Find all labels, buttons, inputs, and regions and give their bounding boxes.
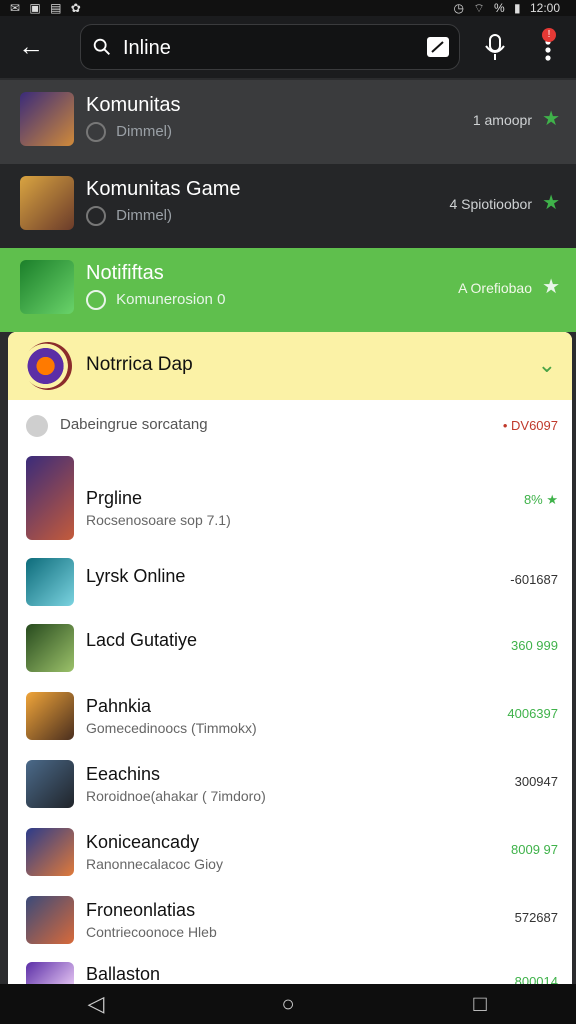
list-item-title: Komunitas <box>86 94 181 116</box>
nav-home-icon[interactable]: ○ <box>268 984 308 1024</box>
card-icon <box>24 342 72 390</box>
avatar <box>20 176 74 230</box>
avatar <box>20 260 74 314</box>
list-item-title: Pahnkia <box>86 696 152 716</box>
list-item-meta: 1 amoopr <box>472 112 532 128</box>
avatar <box>26 624 74 672</box>
status-icon <box>86 206 106 226</box>
subheader-text: Dabeingrue sorcatang <box>60 416 208 433</box>
top-list-item[interactable]: Komunitas Dimmel) 1 amoopr ★ <box>0 80 576 164</box>
notification-badge: ! <box>542 28 556 42</box>
list-item-meta: 4 Spiotioobor <box>449 196 532 212</box>
list-item-value: 4006397 <box>507 706 558 721</box>
list-item-title: Ballaston <box>86 964 161 984</box>
alarm-icon: ◷ <box>453 0 465 15</box>
star-icon[interactable]: ★ <box>542 274 560 299</box>
avatar <box>26 692 74 740</box>
mic-icon[interactable] <box>482 32 508 62</box>
erase-icon <box>431 41 444 53</box>
image-icon: ▣ <box>29 1 41 15</box>
subheader-badge: • DV6097 <box>502 418 558 433</box>
avatar <box>26 962 74 984</box>
list-item[interactable]: Koniceancady Ranonnecalacoc Gioy 8009 97 <box>8 818 572 887</box>
card-subheader: Dabeingrue sorcatang • DV6097 <box>8 400 572 453</box>
list-item-title: Lacd Gutatiye <box>86 630 198 650</box>
list-item[interactable]: Lacd Gutatiye 360 999 <box>8 614 572 683</box>
list-item-title: Prgline <box>86 488 143 508</box>
list-item-value: 8009 97 <box>511 842 558 857</box>
info-icon <box>26 415 48 437</box>
list-item-value: 360 999 <box>511 638 558 653</box>
list-item[interactable]: Prgline Rocsenosoare sop 7.1) 8% ★ <box>8 452 572 549</box>
list-item[interactable]: Eeachins Roroidnoe(ahakar ( 7imdoro) 300… <box>8 750 572 819</box>
nav-recent-apps-icon[interactable]: □ <box>460 984 500 1024</box>
list-item-title: Notififtas <box>86 262 164 284</box>
clock-time: 12:00 <box>529 0 560 15</box>
search-icon <box>93 38 110 55</box>
star-icon[interactable]: ★ <box>542 106 560 131</box>
list-item-subtitle: Dimmel) <box>86 206 172 226</box>
notification-card: Notrrica Dap ⌄ Dabeingrue sorcatang • DV… <box>8 332 572 984</box>
avatar <box>20 92 74 146</box>
list-item-value: 300947 <box>514 774 558 789</box>
list-item[interactable]: Pahnkia Gomecedinoocs (Timmokx) 4006397 <box>8 682 572 751</box>
status-icon <box>86 122 106 142</box>
list-item-subtitle: Roroidnoe(ahakar ( 7imdoro) <box>86 788 266 804</box>
wifi-icon: ⌔ <box>473 0 485 15</box>
back-arrow-icon[interactable]: ← <box>18 32 46 60</box>
status-right: ◷ ⌔ % ▮ 12:00 <box>454 1 566 16</box>
gallery-icon: ▤ <box>50 1 62 15</box>
list-item-value: 8% ★ <box>523 492 558 507</box>
search-input[interactable] <box>121 33 405 63</box>
mail-icon: ✉ <box>10 1 21 15</box>
star-icon[interactable]: ★ <box>542 190 560 215</box>
list-item-value: 572687 <box>514 910 558 925</box>
list-item-title: Koniceancady <box>86 832 200 852</box>
list-item-title: Komunitas Game <box>86 178 241 200</box>
list-item-subtitle: Ranonnecalacoc Gioy <box>86 856 223 872</box>
battery-percent: % <box>494 0 505 15</box>
status-left-icons: ✉ ▣ ▤ ✿ <box>10 1 87 15</box>
list-item-subtitle: Gomecedinoocs (Timmokx) <box>86 720 257 736</box>
list-item[interactable]: Froneonlatias Contriecoonoce Hleb 572687 <box>8 886 572 955</box>
list-item-meta: A Orefiobao <box>458 280 532 296</box>
avatar <box>26 558 74 606</box>
list-item-subtitle: Contriecoonoce Hleb <box>86 924 217 940</box>
battery-icon: ▮ <box>514 0 521 15</box>
card-header[interactable]: Notrrica Dap ⌄ <box>8 332 572 400</box>
list-item-subtitle: Komunerosion 0 <box>86 290 225 310</box>
avatar <box>26 896 74 944</box>
search-field[interactable] <box>80 24 460 70</box>
status-icon <box>86 290 106 310</box>
list-item[interactable]: Lyrsk Online -601687 <box>8 548 572 615</box>
top-list-item[interactable]: Komunitas Game Dimmel) 4 Spiotioobor ★ <box>0 164 576 248</box>
list-item[interactable]: Ballaston 800014 <box>8 954 572 984</box>
system-nav-bar: ◁ ○ □ <box>0 984 576 1024</box>
top-app-bar: ← ! <box>0 16 576 78</box>
list-item-value: -601687 <box>510 572 558 587</box>
list-item-subtitle: Dimmel) <box>86 122 172 142</box>
list-item-title: Eeachins <box>86 764 161 784</box>
chevron-down-icon[interactable]: ⌄ <box>538 352 556 378</box>
avatar <box>26 760 74 808</box>
settings-icon: ✿ <box>70 1 81 15</box>
card-title: Notrrica Dap <box>86 354 193 375</box>
nav-back-icon[interactable]: ◁ <box>76 984 116 1024</box>
clear-search-icon[interactable] <box>427 37 449 57</box>
avatar <box>26 456 74 540</box>
list-item-value: 800014 <box>514 974 558 984</box>
status-bar: ✉ ▣ ▤ ✿ ◷ ⌔ % ▮ 12:00 <box>0 0 576 16</box>
list-item-title: Lyrsk Online <box>86 566 186 586</box>
top-list-item-selected[interactable]: Notififtas Komunerosion 0 A Orefiobao ★ <box>0 248 576 332</box>
avatar <box>26 828 74 876</box>
list-item-subtitle: Rocsenosoare sop 7.1) <box>86 512 231 528</box>
list-item-title: Froneonlatias <box>86 900 196 920</box>
